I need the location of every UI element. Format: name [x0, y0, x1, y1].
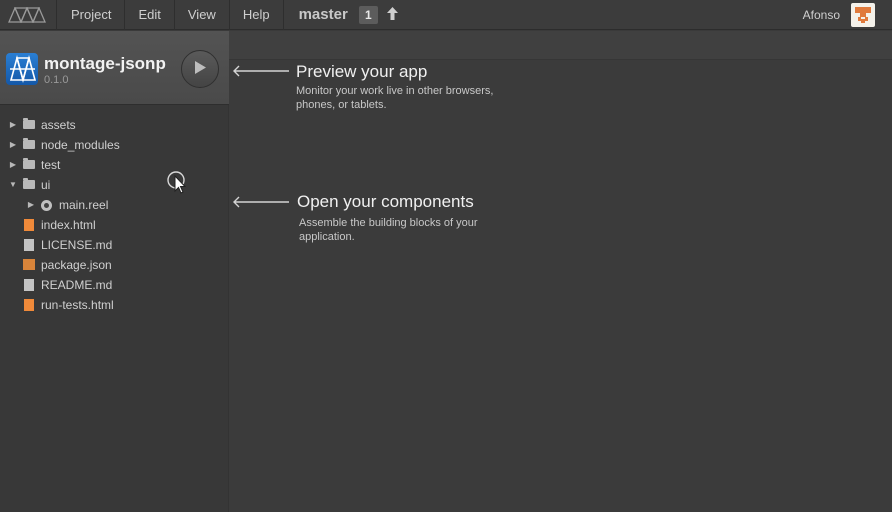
tree-item-node-modules[interactable]: ▶ node_modules — [0, 135, 229, 155]
hint-arrow-icon — [233, 65, 289, 77]
expand-arrow-icon[interactable]: ▶ — [8, 135, 18, 155]
tree-item-label: node_modules — [41, 138, 120, 152]
tree-item-test[interactable]: ▶ test — [0, 155, 229, 175]
tree-item-label: ui — [41, 178, 51, 192]
tree-item-ui[interactable]: ▼ ui — [0, 175, 229, 195]
hint-description: Monitor your work live in other browsers… — [296, 85, 494, 111]
json-file-icon — [23, 259, 35, 270]
tree-item-label: run-tests.html — [41, 298, 114, 312]
folder-icon — [23, 158, 35, 169]
menu-edit[interactable]: Edit — [124, 0, 173, 30]
html-file-icon — [24, 299, 34, 311]
branch-name[interactable]: master — [299, 6, 348, 23]
tree-item-assets[interactable]: ▶ assets — [0, 115, 229, 135]
mouse-cursor-icon — [167, 171, 189, 202]
tree-item-label: test — [41, 158, 61, 172]
montage-logo-icon[interactable] — [0, 0, 56, 30]
pixel-avatar-icon[interactable] — [851, 3, 875, 27]
tree-item-index-html[interactable]: index.html — [0, 215, 229, 235]
user-name[interactable]: Afonso — [803, 0, 840, 30]
folder-icon — [23, 138, 35, 149]
expand-arrow-icon[interactable]: ▶ — [8, 155, 18, 175]
tree-item-readme[interactable]: README.md — [0, 275, 229, 295]
tree-item-label: LICENSE.md — [41, 238, 113, 252]
expand-arrow-icon[interactable]: ▶ — [8, 115, 18, 135]
hint-description: Assemble the building blocks of your app… — [299, 217, 478, 243]
project-name: montage-jsonp — [44, 54, 166, 73]
collapse-arrow-icon[interactable]: ▼ — [8, 175, 18, 195]
tree-item-label: package.json — [41, 258, 112, 272]
sidebar: montage-jsonp 0.1.0 ▶ assets ▶ node_modu… — [0, 31, 229, 512]
tree-item-label: index.html — [41, 218, 96, 232]
tree-item-license[interactable]: LICENSE.md — [0, 235, 229, 255]
tree-item-main-reel[interactable]: ▶ main.reel — [0, 195, 229, 215]
text-file-icon — [24, 239, 34, 251]
menu-view[interactable]: View — [173, 0, 229, 30]
menu-help[interactable]: Help — [228, 0, 284, 30]
tree-item-package-json[interactable]: package.json — [0, 255, 229, 275]
html-file-icon — [24, 219, 34, 231]
main-area: Preview your app Monitor your work live … — [229, 31, 892, 512]
hint-title: Preview your app — [296, 62, 428, 81]
folder-icon — [23, 178, 35, 189]
preview-play-button[interactable] — [181, 50, 219, 88]
document-tab-strip — [229, 31, 892, 60]
menu-project[interactable]: Project — [56, 0, 124, 30]
play-icon — [194, 61, 206, 77]
project-version: 0.1.0 — [44, 74, 69, 86]
file-tree: ▶ assets ▶ node_modules ▶ test ▼ ui ▶ ma… — [0, 115, 229, 315]
tree-item-label: main.reel — [59, 198, 109, 212]
component-reel-icon — [41, 200, 52, 211]
tree-item-run-tests[interactable]: run-tests.html — [0, 295, 229, 315]
tree-item-label: assets — [41, 118, 76, 132]
montage-project-icon — [6, 53, 38, 85]
menu-bar: Project Edit View Help master 1 Afonso — [0, 0, 892, 30]
tree-item-label: README.md — [41, 278, 113, 292]
hint-title: Open your components — [297, 192, 474, 211]
hint-arrow-icon — [233, 196, 289, 208]
commits-badge[interactable]: 1 — [358, 5, 378, 24]
expand-arrow-icon[interactable]: ▶ — [26, 195, 36, 215]
push-arrow-up-icon[interactable] — [386, 6, 400, 23]
text-file-icon — [24, 279, 34, 291]
folder-icon — [23, 118, 35, 129]
project-panel: montage-jsonp 0.1.0 — [0, 31, 229, 105]
